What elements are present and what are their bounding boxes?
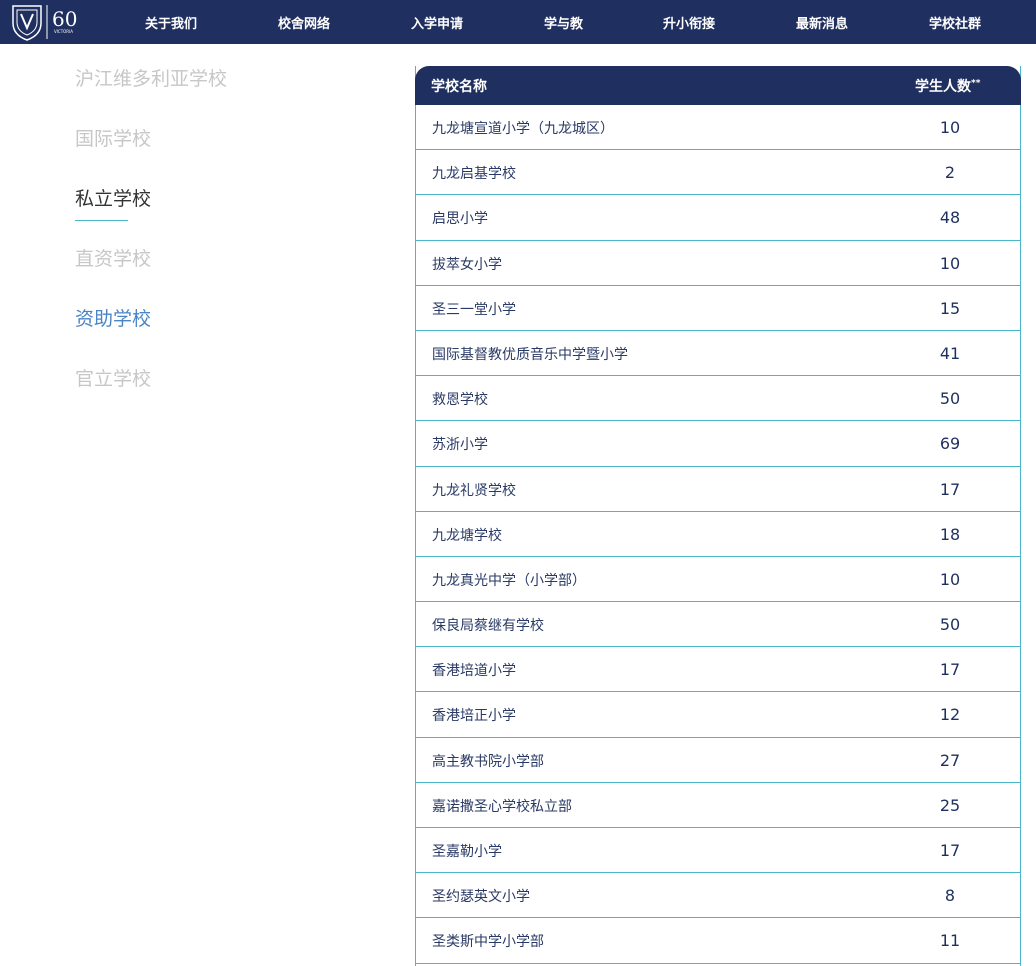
school-name-cell: 苏浙小学: [432, 437, 488, 454]
school-name-cell: 九龙塘宣道小学（九龙城区）: [432, 121, 614, 137]
sidebar-item-dss[interactable]: 直资学校: [75, 244, 151, 271]
nav-learning-teaching[interactable]: 学与教: [544, 13, 583, 32]
student-count-cell: 15: [939, 298, 961, 318]
student-count-cell: 17: [939, 660, 961, 680]
top-navigation-bar: 60 VICTORIA 关于我们 校舍网络 入学申请 学与教 升小衔接 最新消息…: [0, 0, 1036, 44]
student-count-cell: 10: [939, 569, 961, 589]
school-name-cell: 高主教书院小学部: [432, 753, 544, 770]
school-name-cell: 香港培道小学: [432, 663, 516, 680]
student-count-cell: 8: [944, 886, 956, 906]
school-name-cell: 救恩学校: [432, 392, 488, 409]
main-nav: 关于我们 校舍网络 入学申请 学与教 升小衔接 最新消息 学校社群: [105, 0, 1036, 44]
table-row: 圣约瑟英文小学 8: [416, 873, 1020, 919]
footnote-marker: **: [971, 78, 981, 89]
table-row: 国际基督教优质音乐中学暨小学 41: [416, 331, 1020, 377]
sidebar-item-international[interactable]: 国际学校: [75, 124, 151, 151]
student-count-cell: 48: [939, 208, 961, 228]
nav-campus-network[interactable]: 校舍网络: [278, 13, 330, 32]
table-row: 九龙真光中学（小学部） 10: [416, 557, 1020, 603]
school-name-cell: 九龙启基学校: [432, 166, 516, 183]
crest-icon: 60 VICTORIA: [12, 5, 77, 41]
school-name-cell: 圣约瑟英文小学: [432, 889, 530, 906]
table-row: 九龙启基学校 2: [416, 150, 1020, 196]
table-header: 学校名称 学生人数**: [415, 66, 1021, 105]
sidebar-item-private[interactable]: 私立学校: [75, 184, 151, 211]
student-count-cell: 25: [939, 795, 961, 815]
nav-school-community[interactable]: 学校社群: [929, 13, 981, 32]
school-name-cell: 九龙礼贤学校: [432, 482, 516, 499]
table-row: 九龙塘学校 18: [416, 512, 1020, 557]
sidebar-item-government[interactable]: 官立学校: [75, 364, 151, 391]
student-count-cell: 12: [939, 705, 961, 725]
school-logo[interactable]: 60 VICTORIA: [10, 3, 85, 41]
table-row: 启思小学 48: [416, 195, 1020, 241]
active-underline: [75, 220, 128, 221]
student-count-cell: 17: [939, 841, 961, 860]
nav-primary-transition[interactable]: 升小衔接: [663, 13, 715, 32]
table-row: 保良局蔡继有学校 50: [416, 602, 1020, 648]
column-header-student-count: 学生人数**: [915, 78, 981, 95]
table-row: 圣嘉勒小学 17: [416, 828, 1020, 874]
student-count-cell: 27: [939, 750, 961, 770]
student-count-cell: 10: [939, 253, 961, 273]
table-row: 嘉诺撒圣心学校私立部 25: [416, 783, 1020, 828]
student-count-cell: 50: [939, 389, 961, 409]
school-name-cell: 圣嘉勒小学: [432, 844, 502, 860]
nav-admission[interactable]: 入学申请: [411, 13, 463, 32]
school-name-cell: 保良局蔡继有学校: [432, 618, 544, 635]
student-count-cell: 10: [939, 118, 961, 137]
school-name-cell: 香港培正小学: [432, 708, 516, 725]
school-name-cell: 圣类斯中学小学部: [432, 934, 544, 951]
logo-wordmark: VICTORIA: [54, 29, 73, 34]
table-row: 九龙礼贤学校 17: [416, 467, 1020, 512]
student-count-cell: 69: [939, 434, 961, 454]
school-name-cell: 嘉诺撒圣心学校私立部: [432, 798, 572, 815]
table-row: 高主教书院小学部 27: [416, 738, 1020, 783]
nav-about-us[interactable]: 关于我们: [145, 13, 197, 32]
anniversary-number: 60: [52, 7, 77, 31]
table-body: 九龙塘宣道小学（九龙城区） 10 九龙启基学校 2 启思小学 48 拔萃女小学 10 圣…: [416, 105, 1020, 964]
table-row: 香港培正小学 12: [416, 692, 1020, 738]
school-name-cell: 拔萃女小学: [432, 256, 502, 273]
student-count-cell: 11: [939, 931, 961, 951]
table-row: 圣三一堂小学 15: [416, 286, 1020, 331]
student-count-cell: 2: [944, 163, 956, 183]
school-name-cell: 启思小学: [432, 211, 488, 228]
school-name-cell: 圣三一堂小学: [432, 301, 516, 318]
table-row: 九龙塘宣道小学（九龙城区） 10: [416, 105, 1020, 151]
table-row: 香港培道小学 17: [416, 647, 1020, 693]
school-name-cell: 国际基督教优质音乐中学暨小学: [432, 346, 628, 363]
student-count-cell: 18: [939, 524, 961, 544]
student-count-cell: 41: [939, 343, 961, 363]
column-header-school-name: 学校名称: [431, 79, 487, 95]
school-name-cell: 九龙塘学校: [432, 527, 502, 544]
table-row: 救恩学校 50: [416, 376, 1020, 422]
student-count-cell: 17: [939, 479, 961, 499]
school-name-cell: 九龙真光中学（小学部）: [432, 572, 586, 589]
sidebar-item-shanghai-victoria[interactable]: 沪江维多利亚学校: [75, 64, 227, 91]
student-count-cell: 50: [939, 615, 961, 635]
table-row: 拔萃女小学 10: [416, 241, 1020, 286]
table-row: 圣类斯中学小学部 11: [416, 918, 1020, 964]
nav-latest-news[interactable]: 最新消息: [796, 13, 848, 32]
table-row: 苏浙小学 69: [416, 421, 1020, 467]
sidebar-item-aided[interactable]: 资助学校: [75, 304, 151, 331]
school-table: 学校名称 学生人数** 九龙塘宣道小学（九龙城区） 10 九龙启基学校 2 启思小学…: [415, 66, 1021, 966]
